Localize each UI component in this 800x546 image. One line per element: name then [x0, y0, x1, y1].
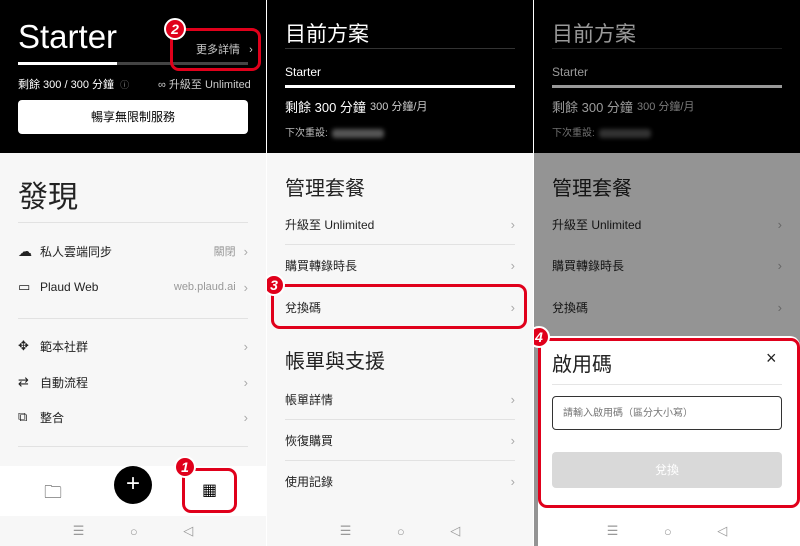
- chevron-right-icon: ›: [243, 374, 248, 390]
- item-label: 私人雲端同步: [40, 244, 113, 259]
- item-value: web.plaud.ai: [173, 281, 236, 293]
- menu-item-upgrade[interactable]: 升級至 Unlimited ›: [285, 213, 515, 235]
- item-label: 購買轉錄時長: [285, 258, 358, 273]
- item-label: 自動流程: [40, 375, 89, 390]
- list-item-template-community[interactable]: ✥ 範本社群 ›: [18, 335, 248, 357]
- cloud-icon: ☁: [18, 242, 32, 259]
- system-nav-bar: ☰ ○ ◁: [0, 516, 266, 546]
- chevron-right-icon: ›: [510, 432, 515, 448]
- step-badge-1: 1: [174, 456, 196, 478]
- list-item-automation[interactable]: ⇄ 自動流程 ›: [18, 371, 248, 393]
- panel-plan: 目前方案 Starter 剩餘 300 分鐘 300 分鐘/月 下次重設: 管理…: [267, 0, 533, 546]
- item-label: 使用記錄: [285, 474, 334, 489]
- panel-redeem: 目前方案 Starter 剩餘 300 分鐘 300 分鐘/月 下次重設: 管理…: [534, 0, 800, 546]
- menu-item-restore-purchase[interactable]: 恢復購買 ›: [285, 429, 515, 451]
- panel-home: Starter 更多詳情 › 剩餘 300 / 300 分鐘 ⓘ ∞ 升級至 U…: [0, 0, 266, 546]
- menu-item-buy-minutes[interactable]: 購買轉錄時長 ›: [285, 254, 515, 276]
- item-label: 升級至 Unlimited: [285, 217, 375, 232]
- divider: [285, 244, 515, 245]
- chevron-right-icon: ›: [243, 243, 248, 259]
- divider: [18, 222, 248, 223]
- back-icon[interactable]: ◁: [183, 523, 193, 539]
- step-badge-2: 2: [164, 18, 186, 40]
- redacted-date: [331, 128, 384, 138]
- divider: [18, 318, 248, 319]
- back-icon[interactable]: ◁: [717, 523, 727, 539]
- item-label: 帳單詳情: [285, 392, 334, 407]
- unlimited-service-button[interactable]: 暢享無限制服務: [18, 100, 248, 134]
- integration-icon: ⧉: [18, 409, 28, 424]
- current-plan-header: 目前方案 Starter 剩餘 300 分鐘 300 分鐘/月 下次重設:: [267, 0, 533, 153]
- item-label: 範本社群: [40, 339, 89, 354]
- highlight-box-4: [538, 338, 800, 508]
- next-reset-label: 下次重設:: [285, 128, 328, 139]
- plan-label: Starter: [285, 65, 322, 79]
- chevron-right-icon: ›: [243, 409, 248, 425]
- menu-item-billing-details[interactable]: 帳單詳情 ›: [285, 388, 515, 410]
- menu-icon[interactable]: ☰: [607, 523, 619, 539]
- chevron-right-icon: ›: [510, 257, 515, 273]
- back-icon[interactable]: ◁: [450, 523, 460, 539]
- chevron-right-icon: ›: [243, 338, 248, 354]
- system-nav-bar: ☰ ○ ◁: [267, 516, 533, 546]
- discover-title: 發現: [18, 181, 78, 214]
- item-value: 關閉: [213, 246, 236, 258]
- highlight-box-3: [271, 284, 527, 329]
- divider: [285, 460, 515, 461]
- flow-icon: ⇄: [18, 374, 29, 389]
- home-icon[interactable]: ○: [397, 524, 405, 539]
- folder-icon[interactable]: 🗀: [44, 480, 62, 510]
- plan-header: Starter 更多詳情 › 剩餘 300 / 300 分鐘 ⓘ ∞ 升級至 U…: [0, 0, 266, 153]
- menu-item-usage-history[interactable]: 使用記錄 ›: [285, 470, 515, 492]
- info-icon: ⓘ: [120, 80, 130, 90]
- divider: [285, 48, 515, 49]
- chevron-right-icon: ›: [510, 216, 515, 232]
- list-item-cloud-sync[interactable]: ☁ 私人雲端同步 關閉 ›: [18, 240, 248, 262]
- menu-icon[interactable]: ☰: [340, 523, 352, 539]
- item-label: 整合: [40, 410, 65, 425]
- chevron-right-icon: ›: [510, 473, 515, 489]
- list-item-plaud-web[interactable]: ▭ Plaud Web web.plaud.ai ›: [18, 276, 248, 298]
- item-label: Plaud Web: [40, 280, 99, 294]
- divider: [18, 446, 248, 447]
- manage-plan-title: 管理套餐: [285, 178, 365, 200]
- system-nav-bar: ☰ ○ ◁: [534, 516, 800, 546]
- upgrade-link[interactable]: ∞ 升級至 Unlimited: [158, 76, 251, 92]
- next-reset: 下次重設:: [285, 124, 384, 139]
- remaining-label: 剩餘 300 / 300 分鐘: [18, 79, 114, 91]
- current-plan-title: 目前方案: [285, 23, 369, 46]
- divider: [285, 419, 515, 420]
- monitor-icon: ▭: [18, 279, 31, 294]
- chevron-right-icon: ›: [243, 279, 248, 295]
- chevron-right-icon: ›: [510, 391, 515, 407]
- plan-progress-bar: [285, 85, 515, 88]
- record-plus-button[interactable]: +: [114, 466, 152, 504]
- home-icon[interactable]: ○: [664, 524, 672, 539]
- list-item-integration[interactable]: ⧉ 整合 ›: [18, 406, 248, 428]
- menu-icon[interactable]: ☰: [73, 523, 85, 539]
- usage-progress-fill: [18, 62, 117, 65]
- minutes-remaining: 剩餘 300 分鐘: [285, 100, 366, 115]
- home-icon[interactable]: ○: [130, 524, 138, 539]
- plan-name: Starter: [18, 18, 118, 55]
- remaining-minutes: 剩餘 300 / 300 分鐘 ⓘ: [18, 76, 129, 92]
- minutes-per-month: 300 分鐘/月: [370, 101, 428, 113]
- puzzle-icon: ✥: [18, 338, 29, 353]
- item-label: 恢復購買: [285, 433, 334, 448]
- billing-support-title: 帳單與支援: [285, 351, 385, 373]
